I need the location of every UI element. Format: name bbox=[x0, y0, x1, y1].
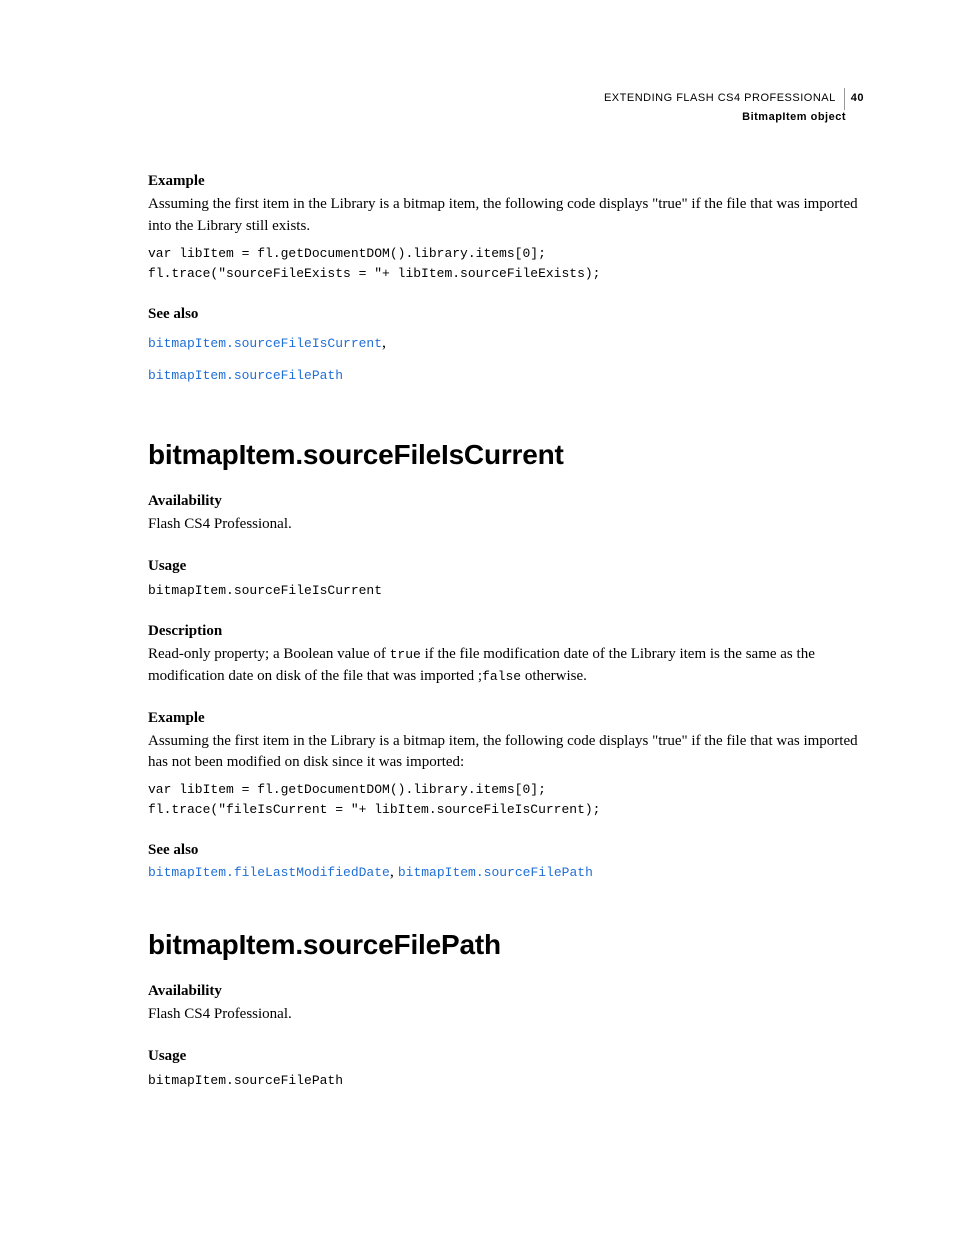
description-label: Description bbox=[148, 623, 864, 640]
example-code-s1: var libItem = fl.getDocumentDOM().librar… bbox=[148, 780, 864, 820]
example-label: Example bbox=[148, 173, 864, 190]
page-header: EXTENDING FLASH CS4 PROFESSIONAL 40 Bitm… bbox=[148, 88, 864, 125]
example-intro: Assuming the first item in the Library i… bbox=[148, 194, 864, 238]
api-title-sourcefilepath: bitmapItem.sourceFilePath bbox=[148, 929, 864, 961]
link-sourcefileiscurrent[interactable]: bitmapItem.sourceFileIsCurrent bbox=[148, 336, 382, 351]
availability-text: Flash CS4 Professional. bbox=[148, 514, 864, 536]
see-also-links-s1: bitmapItem.fileLastModifiedDate, bitmapI… bbox=[148, 863, 864, 881]
link-filelastmodifieddate[interactable]: bitmapItem.fileLastModifiedDate bbox=[148, 865, 390, 880]
see-also-links: bitmapItem.sourceFileIsCurrent, bitmapIt… bbox=[148, 327, 864, 391]
description-true-code: true bbox=[390, 647, 421, 662]
usage-label: Usage bbox=[148, 558, 864, 575]
usage-label-s2: Usage bbox=[148, 1048, 864, 1065]
link-sourcefilepath-s1[interactable]: bitmapItem.sourceFilePath bbox=[398, 865, 593, 880]
description-pre: Read-only property; a Boolean value of bbox=[148, 646, 390, 662]
example-label-s1: Example bbox=[148, 710, 864, 727]
header-line-1: EXTENDING FLASH CS4 PROFESSIONAL 40 bbox=[148, 88, 864, 110]
section-title: BitmapItem object bbox=[148, 110, 864, 125]
description-post: otherwise. bbox=[521, 668, 587, 684]
see-also-label: See also bbox=[148, 306, 864, 323]
example-intro-s1: Assuming the first item in the Library i… bbox=[148, 731, 864, 775]
availability-label: Availability bbox=[148, 493, 864, 510]
see-also-label-s1: See also bbox=[148, 842, 864, 859]
availability-label-s2: Availability bbox=[148, 983, 864, 1000]
description-text: Read-only property; a Boolean value of t… bbox=[148, 644, 864, 688]
description-false-code: false bbox=[482, 669, 521, 684]
link-sourcefilepath[interactable]: bitmapItem.sourceFilePath bbox=[148, 368, 343, 383]
availability-text-s2: Flash CS4 Professional. bbox=[148, 1004, 864, 1026]
api-title-sourcefileiscurrent: bitmapItem.sourceFileIsCurrent bbox=[148, 439, 864, 471]
header-divider bbox=[844, 88, 845, 110]
usage-code-s2: bitmapItem.sourceFilePath bbox=[148, 1071, 864, 1091]
usage-code: bitmapItem.sourceFileIsCurrent bbox=[148, 581, 864, 601]
page-number: 40 bbox=[849, 91, 864, 106]
page-content: EXTENDING FLASH CS4 PROFESSIONAL 40 Bitm… bbox=[0, 0, 954, 1161]
book-title: EXTENDING FLASH CS4 PROFESSIONAL bbox=[604, 91, 842, 106]
example-code: var libItem = fl.getDocumentDOM().librar… bbox=[148, 244, 864, 284]
link-separator-s1: , bbox=[390, 863, 398, 880]
link-separator: , bbox=[382, 334, 386, 351]
